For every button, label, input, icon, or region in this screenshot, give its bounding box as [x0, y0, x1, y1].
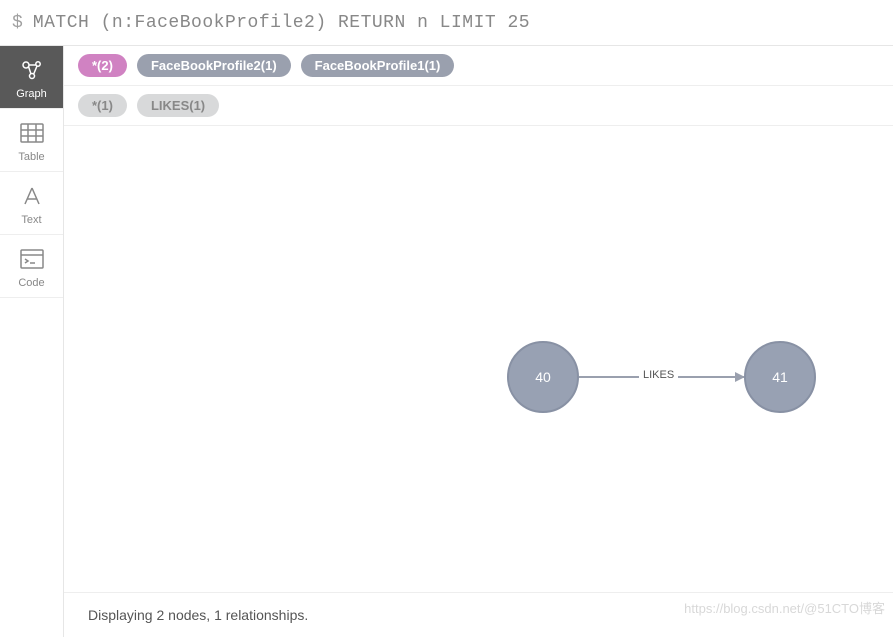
- relationship-legend-row: *(1) LIKES(1): [64, 86, 893, 126]
- sidebar-label: Table: [18, 151, 44, 163]
- code-icon: [18, 245, 46, 273]
- node-legend-row: *(2) FaceBookProfile2(1) FaceBookProfile…: [64, 46, 893, 86]
- sidebar-label: Code: [18, 277, 44, 289]
- sidebar-label: Graph: [16, 88, 47, 100]
- sidebar-item-graph[interactable]: Graph: [0, 46, 63, 109]
- rel-filter-all[interactable]: *(1): [78, 94, 127, 117]
- graph-canvas[interactable]: LIKES 40 41: [64, 126, 893, 592]
- status-bar: Displaying 2 nodes, 1 relationships.: [64, 592, 893, 637]
- node-filter-facebookprofile2[interactable]: FaceBookProfile2(1): [137, 54, 291, 77]
- graph-node[interactable]: 40: [507, 341, 579, 413]
- rel-filter-likes[interactable]: LIKES(1): [137, 94, 219, 117]
- sidebar-label: Text: [21, 214, 41, 226]
- graph-icon: [18, 56, 46, 84]
- node-id: 41: [772, 369, 788, 385]
- query-bar: $ MATCH (n:FaceBookProfile2) RETURN n LI…: [0, 0, 893, 46]
- sidebar-item-code[interactable]: Code: [0, 235, 63, 298]
- node-filter-facebookprofile1[interactable]: FaceBookProfile1(1): [301, 54, 455, 77]
- edge-label: LIKES: [639, 369, 678, 381]
- main-area: Graph Table Text: [0, 46, 893, 637]
- graph-node[interactable]: 41: [744, 341, 816, 413]
- node-filter-all[interactable]: *(2): [78, 54, 127, 77]
- content-area: *(2) FaceBookProfile2(1) FaceBookProfile…: [64, 46, 893, 637]
- node-id: 40: [535, 369, 551, 385]
- text-icon: [18, 182, 46, 210]
- sidebar-item-table[interactable]: Table: [0, 109, 63, 172]
- prompt-symbol: $: [12, 13, 23, 33]
- table-icon: [18, 119, 46, 147]
- sidebar-item-text[interactable]: Text: [0, 172, 63, 235]
- query-text[interactable]: MATCH (n:FaceBookProfile2) RETURN n LIMI…: [33, 13, 530, 33]
- sidebar: Graph Table Text: [0, 46, 64, 637]
